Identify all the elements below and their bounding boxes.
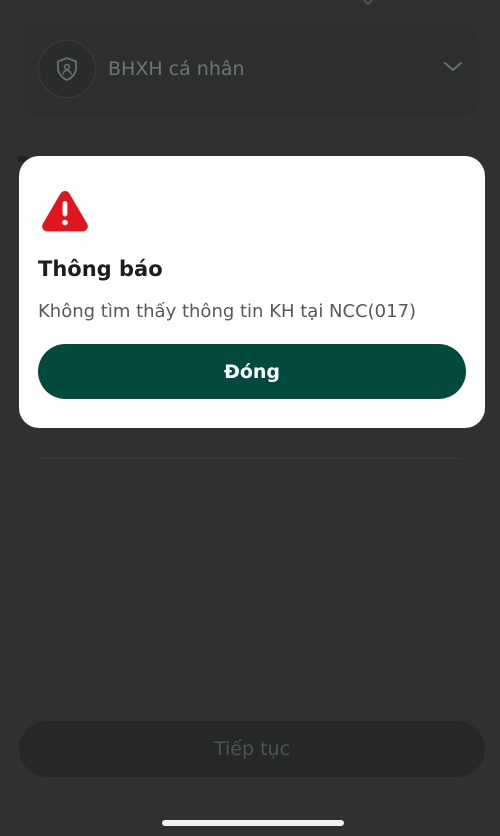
screen: BHXH cá nhân Tiếp tục Thông báo Không tì… xyxy=(0,0,500,836)
alert-dialog: Thông báo Không tìm thấy thông tin KH tạ… xyxy=(19,156,485,428)
chevron-down-icon xyxy=(362,0,374,5)
home-indicator xyxy=(162,820,344,826)
shield-icon xyxy=(38,40,96,98)
dialog-title: Thông báo xyxy=(38,257,163,281)
warning-icon xyxy=(42,191,88,232)
service-selector-label: BHXH cá nhân xyxy=(108,58,245,80)
dialog-message: Không tìm thấy thông tin KH tại NCC(017) xyxy=(38,301,417,322)
service-selector[interactable]: BHXH cá nhân xyxy=(22,24,478,116)
close-button[interactable]: Đóng xyxy=(38,344,466,399)
continue-button[interactable]: Tiếp tục xyxy=(19,721,485,777)
chevron-down-icon xyxy=(444,62,462,71)
